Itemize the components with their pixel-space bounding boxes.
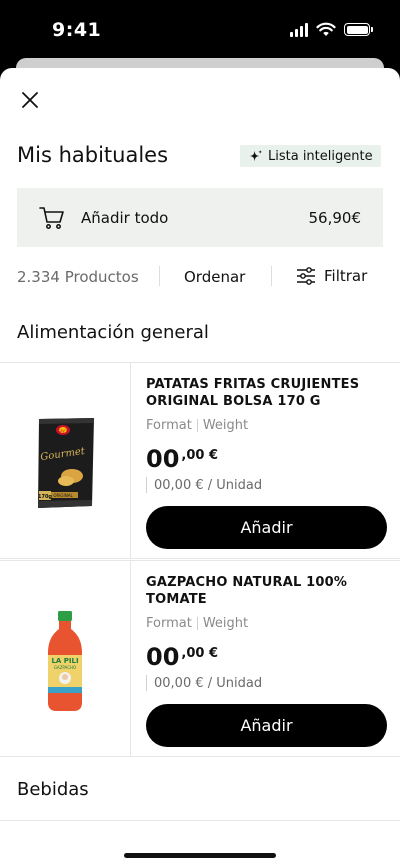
sparkle-icon (249, 149, 263, 161)
gazpacho-bottle-image: LA PILI GAZPACHO (48, 611, 82, 711)
wifi-icon (316, 22, 336, 36)
battery-icon (344, 23, 373, 36)
unit-price: 00,00 € / Unidad (146, 675, 262, 691)
status-time: 9:41 (52, 19, 102, 41)
price-integer: 00 (146, 445, 180, 473)
product-count: 2.334 Productos (17, 268, 139, 286)
filter-label: Filtrar (324, 267, 368, 285)
section-title: Bebidas (17, 779, 89, 800)
cart-icon (39, 206, 64, 229)
product-name[interactable]: GAZPACHO NATURAL 100% TOMATE (146, 574, 376, 608)
bottle-brand: LA PILI (51, 657, 78, 665)
divider (271, 266, 272, 286)
add-all-total: 56,90€ (308, 208, 362, 227)
bag-variant: ORIGINAL (53, 493, 73, 498)
signal-icon (290, 22, 308, 37)
price-decimal: ,00 € (181, 448, 219, 463)
product-meta: Format Weight (146, 418, 248, 433)
home-indicator[interactable] (124, 853, 276, 858)
divider (196, 419, 198, 432)
weight-label: Weight (202, 616, 249, 631)
divider (146, 675, 147, 691)
product-price: 00 ,00 € (146, 445, 218, 473)
add-all-label: Añadir todo (81, 208, 169, 227)
page-title: Mis habituales (17, 143, 169, 167)
divider (196, 617, 198, 630)
format-label: Format (146, 418, 192, 433)
divider (159, 266, 160, 286)
product-price: 00 ,00 € (146, 643, 218, 671)
sort-button[interactable]: Ordenar (184, 268, 245, 286)
product-name[interactable]: PATATAS FRITAS CRUJIENTES ORIGINAL BOLSA… (146, 376, 376, 410)
divider (0, 820, 400, 821)
status-bar: 9:41 (0, 0, 400, 66)
bag-size: 170g (38, 494, 52, 500)
section-title: Alimentación general (17, 322, 209, 343)
chips-bag-image: Lay's Gourmet ORIGINAL 170g (38, 418, 94, 508)
weight-label: Weight (202, 418, 249, 433)
format-label: Format (146, 616, 192, 631)
status-icons (290, 22, 373, 37)
unit-price-text: 00,00 € / Unidad (154, 675, 263, 691)
product-meta: Format Weight (146, 616, 248, 631)
divider (146, 477, 147, 493)
unit-price: 00,00 € / Unidad (146, 477, 262, 493)
smart-list-label: Lista inteligente (268, 148, 373, 164)
unit-price-text: 00,00 € / Unidad (154, 477, 263, 493)
bag-brand: Lay's (58, 428, 68, 433)
product-card[interactable]: Lay's Gourmet ORIGINAL 170g PATATAS FRIT… (0, 362, 400, 559)
bottle-line: GAZPACHO (54, 665, 76, 670)
product-card[interactable]: LA PILI GAZPACHO GAZPACHO NATURAL 100% T… (0, 560, 400, 757)
list-toolbar: 2.334 Productos Ordenar Filtrar (0, 262, 400, 292)
add-to-cart-button[interactable]: Añadir (146, 506, 387, 549)
smart-list-badge[interactable]: Lista inteligente (240, 145, 381, 167)
filter-icon (297, 267, 315, 285)
close-icon[interactable] (20, 90, 40, 110)
price-integer: 00 (146, 643, 180, 671)
add-all-button[interactable]: Añadir todo 56,90€ (17, 188, 383, 247)
product-image: LA PILI GAZPACHO (0, 561, 131, 756)
price-decimal: ,00 € (181, 646, 219, 661)
filter-button[interactable]: Filtrar (296, 266, 367, 286)
add-to-cart-button[interactable]: Añadir (146, 704, 387, 747)
product-image: Lay's Gourmet ORIGINAL 170g (0, 363, 131, 558)
